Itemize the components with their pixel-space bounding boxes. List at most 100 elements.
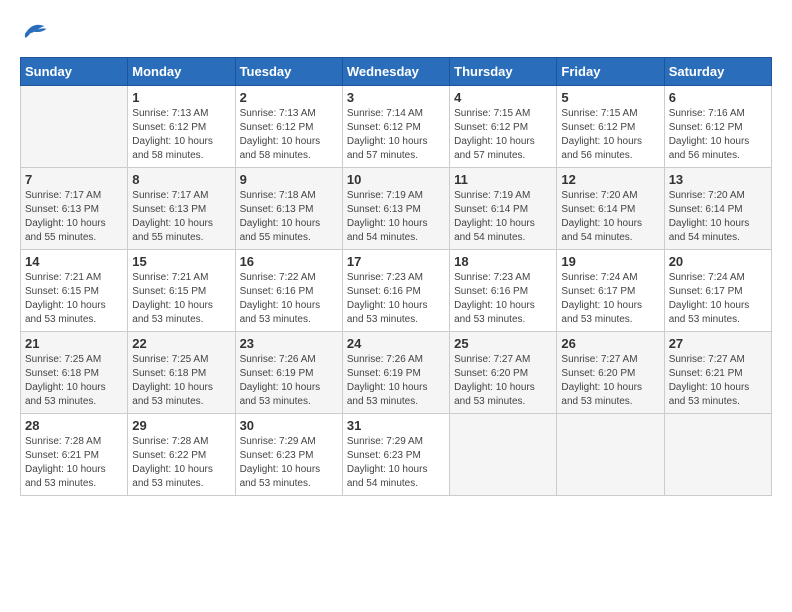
daylight-text: Daylight: 10 hours and 53 minutes.: [25, 381, 123, 409]
sunset-text: Sunset: 6:22 PM: [132, 449, 230, 463]
calendar-week-row: 1Sunrise: 7:13 AMSunset: 6:12 PMDaylight…: [21, 86, 772, 168]
daylight-text: Daylight: 10 hours and 56 minutes.: [561, 135, 659, 163]
daylight-text: Daylight: 10 hours and 53 minutes.: [561, 381, 659, 409]
sunset-text: Sunset: 6:12 PM: [669, 121, 767, 135]
daylight-text: Daylight: 10 hours and 55 minutes.: [25, 217, 123, 245]
day-number: 11: [454, 172, 552, 187]
weekday-header-saturday: Saturday: [664, 58, 771, 86]
sunrise-text: Sunrise: 7:23 AM: [347, 271, 445, 285]
sunset-text: Sunset: 6:12 PM: [347, 121, 445, 135]
day-info: Sunrise: 7:25 AMSunset: 6:18 PMDaylight:…: [25, 353, 123, 409]
calendar-cell: 28 Sunrise: 7:28 AMSunset: 6:21 PMDayligh…: [21, 414, 128, 496]
calendar-cell: 9Sunrise: 7:18 AMSunset: 6:13 PMDaylight…: [235, 168, 342, 250]
sunset-text: Sunset: 6:20 PM: [454, 367, 552, 381]
weekday-header-friday: Friday: [557, 58, 664, 86]
weekday-header-monday: Monday: [128, 58, 235, 86]
calendar-cell: 24Sunrise: 7:26 AMSunset: 6:19 PMDayligh…: [342, 332, 449, 414]
day-number: 2: [240, 90, 338, 105]
day-number: 17: [347, 254, 445, 269]
day-info: Sunrise: 7:26 AMSunset: 6:19 PMDaylight:…: [347, 353, 445, 409]
calendar-cell: 4 Sunrise: 7:15 AMSunset: 6:12 PMDaylight…: [450, 86, 557, 168]
day-number: 22: [132, 336, 230, 351]
day-info: Sunrise: 7:17 AMSunset: 6:13 PMDaylight:…: [132, 189, 230, 245]
day-number: 9: [240, 172, 338, 187]
calendar-cell: 8 Sunrise: 7:17 AMSunset: 6:13 PMDaylight…: [128, 168, 235, 250]
sunrise-text: Sunrise: 7:15 AM: [561, 107, 659, 121]
calendar-cell: 20Sunrise: 7:24 AMSunset: 6:17 PMDayligh…: [664, 250, 771, 332]
daylight-text: Daylight: 10 hours and 55 minutes.: [132, 217, 230, 245]
day-number: 8: [132, 172, 230, 187]
calendar-week-row: 7Sunrise: 7:17 AMSunset: 6:13 PMDaylight…: [21, 168, 772, 250]
calendar-week-row: 14Sunrise: 7:21 AMSunset: 6:15 PMDayligh…: [21, 250, 772, 332]
sunset-text: Sunset: 6:13 PM: [25, 203, 123, 217]
calendar-cell: 18Sunrise: 7:23 AMSunset: 6:16 PMDayligh…: [450, 250, 557, 332]
calendar-cell: 30Sunrise: 7:29 AMSunset: 6:23 PMDayligh…: [235, 414, 342, 496]
daylight-text: Daylight: 10 hours and 56 minutes.: [669, 135, 767, 163]
day-info: Sunrise: 7:15 AMSunset: 6:12 PMDaylight:…: [454, 107, 552, 163]
calendar-cell: 3Sunrise: 7:14 AMSunset: 6:12 PMDaylight…: [342, 86, 449, 168]
daylight-text: Daylight: 10 hours and 57 minutes.: [347, 135, 445, 163]
sunrise-text: Sunrise: 7:20 AM: [561, 189, 659, 203]
calendar-cell: 7 Sunrise: 7:17 AMSunset: 6:13 PMDaylight…: [21, 168, 128, 250]
calendar-cell: 23 Sunrise: 7:26 AMSunset: 6:19 PMDayligh…: [235, 332, 342, 414]
weekday-header-wednesday: Wednesday: [342, 58, 449, 86]
sunrise-text: Sunrise: 7:27 AM: [669, 353, 767, 367]
sunset-text: Sunset: 6:19 PM: [347, 367, 445, 381]
sunrise-text: Sunrise: 7:21 AM: [132, 271, 230, 285]
sunset-text: Sunset: 6:23 PM: [347, 449, 445, 463]
calendar-cell: 11Sunrise: 7:19 AMSunset: 6:14 PMDayligh…: [450, 168, 557, 250]
sunset-text: Sunset: 6:16 PM: [240, 285, 338, 299]
sunrise-text: Sunrise: 7:19 AM: [347, 189, 445, 203]
day-number: 12: [561, 172, 659, 187]
day-number: 6: [669, 90, 767, 105]
day-info: Sunrise: 7:28 AMSunset: 6:22 PMDaylight:…: [132, 435, 230, 491]
calendar-cell: [557, 414, 664, 496]
daylight-text: Daylight: 10 hours and 53 minutes.: [240, 463, 338, 491]
daylight-text: Daylight: 10 hours and 54 minutes.: [347, 463, 445, 491]
day-number: 7: [25, 172, 123, 187]
daylight-text: Daylight: 10 hours and 54 minutes.: [561, 217, 659, 245]
daylight-text: Daylight: 10 hours and 54 minutes.: [454, 217, 552, 245]
sunrise-text: Sunrise: 7:17 AM: [25, 189, 123, 203]
calendar-cell: [664, 414, 771, 496]
day-info: Sunrise: 7:24 AMSunset: 6:17 PMDaylight:…: [561, 271, 659, 327]
sunset-text: Sunset: 6:19 PM: [240, 367, 338, 381]
sunrise-text: Sunrise: 7:24 AM: [669, 271, 767, 285]
day-info: Sunrise: 7:26 AMSunset: 6:19 PMDaylight:…: [240, 353, 338, 409]
calendar-cell: 19Sunrise: 7:24 AMSunset: 6:17 PMDayligh…: [557, 250, 664, 332]
sunrise-text: Sunrise: 7:28 AM: [25, 435, 123, 449]
daylight-text: Daylight: 10 hours and 53 minutes.: [25, 299, 123, 327]
calendar-cell: 29 Sunrise: 7:28 AMSunset: 6:22 PMDayligh…: [128, 414, 235, 496]
day-number: 28: [25, 418, 123, 433]
day-info: Sunrise: 7:27 AMSunset: 6:20 PMDaylight:…: [454, 353, 552, 409]
header: [20, 20, 772, 47]
day-number: 30: [240, 418, 338, 433]
sunrise-text: Sunrise: 7:16 AM: [669, 107, 767, 121]
day-info: Sunrise: 7:28 AMSunset: 6:21 PMDaylight:…: [25, 435, 123, 491]
day-number: 29: [132, 418, 230, 433]
calendar-cell: [21, 86, 128, 168]
day-number: 4: [454, 90, 552, 105]
daylight-text: Daylight: 10 hours and 53 minutes.: [132, 463, 230, 491]
sunset-text: Sunset: 6:12 PM: [240, 121, 338, 135]
daylight-text: Daylight: 10 hours and 53 minutes.: [669, 299, 767, 327]
sunset-text: Sunset: 6:16 PM: [454, 285, 552, 299]
sunset-text: Sunset: 6:21 PM: [25, 449, 123, 463]
sunrise-text: Sunrise: 7:24 AM: [561, 271, 659, 285]
day-number: 25: [454, 336, 552, 351]
sunset-text: Sunset: 6:13 PM: [132, 203, 230, 217]
day-info: Sunrise: 7:19 AMSunset: 6:13 PMDaylight:…: [347, 189, 445, 245]
daylight-text: Daylight: 10 hours and 53 minutes.: [347, 381, 445, 409]
day-info: Sunrise: 7:29 AMSunset: 6:23 PMDaylight:…: [347, 435, 445, 491]
day-info: Sunrise: 7:24 AMSunset: 6:17 PMDaylight:…: [669, 271, 767, 327]
day-number: 23: [240, 336, 338, 351]
day-info: Sunrise: 7:14 AMSunset: 6:12 PMDaylight:…: [347, 107, 445, 163]
sunrise-text: Sunrise: 7:19 AM: [454, 189, 552, 203]
daylight-text: Daylight: 10 hours and 55 minutes.: [240, 217, 338, 245]
day-number: 16: [240, 254, 338, 269]
sunset-text: Sunset: 6:17 PM: [669, 285, 767, 299]
day-number: 26: [561, 336, 659, 351]
sunrise-text: Sunrise: 7:27 AM: [561, 353, 659, 367]
day-info: Sunrise: 7:21 AMSunset: 6:15 PMDaylight:…: [25, 271, 123, 327]
sunrise-text: Sunrise: 7:25 AM: [25, 353, 123, 367]
